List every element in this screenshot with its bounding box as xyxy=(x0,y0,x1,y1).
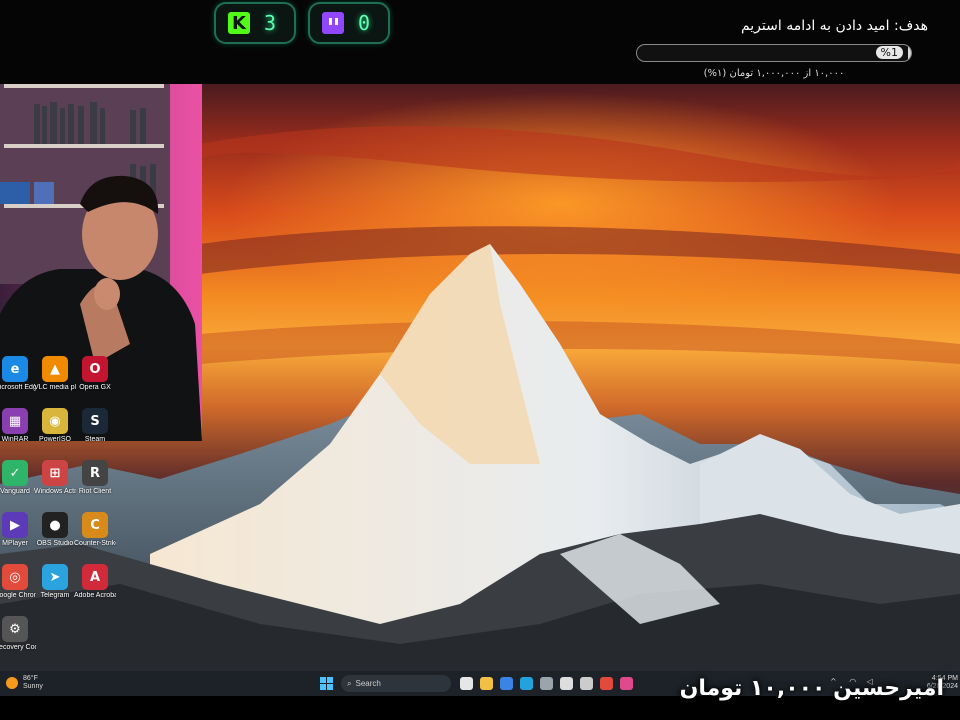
desktop-icon[interactable]: ▲ VLC media player xyxy=(34,356,76,392)
desktop-icon[interactable]: S Steam xyxy=(74,408,116,444)
desktop-wallpaper: e Microsoft Edge ▲ VLC media player O Opera G… xyxy=(0,84,960,671)
windows-logo-icon xyxy=(320,677,326,683)
taskbar-app-chrome[interactable] xyxy=(600,677,613,690)
desktop-icon-label: Riot Client xyxy=(78,488,112,495)
weather-description: Sunny xyxy=(23,683,43,690)
taskbar-app-edge[interactable] xyxy=(520,677,533,690)
weather-widget[interactable]: 86°F Sunny xyxy=(6,675,43,691)
app-icon: ◎ xyxy=(2,564,28,590)
taskbar-app-steam[interactable] xyxy=(580,677,593,690)
desktop-icon-label: Counter-Strike 2 xyxy=(74,540,116,547)
app-icon: ⚙ xyxy=(2,616,28,642)
app-icon: C xyxy=(82,512,108,538)
search-placeholder: Search xyxy=(355,679,381,688)
app-icon: ● xyxy=(42,512,68,538)
desktop-icon-label: Telegram xyxy=(40,592,70,599)
desktop-icon[interactable]: ⚙ Recovery Code xyxy=(0,616,36,652)
goal-progress-bar: %1 xyxy=(636,44,912,62)
desktop-icon[interactable]: ▦ WinRAR xyxy=(0,408,36,444)
taskbar-app-task-view[interactable] xyxy=(460,677,473,690)
desktop-icon-label: Recovery Code xyxy=(0,644,36,651)
desktop-icon[interactable]: A Adobe Acrobat xyxy=(74,564,116,600)
taskbar-app-file-explorer[interactable] xyxy=(480,677,493,690)
app-icon: ◉ xyxy=(42,408,68,434)
stream-top-bar: K 3 0 هدف: امید دادن به ادامه استریم %1 … xyxy=(0,0,960,84)
goal-summary: ۱۰,۰۰۰ از ۱,۰۰۰,۰۰۰ تومان (۱%) xyxy=(703,68,845,79)
taskbar-app-obs[interactable] xyxy=(560,677,573,690)
goal-title: هدف: امید دادن به ادامه استریم xyxy=(740,18,928,34)
desktop-icon[interactable]: ✓ Vanguard xyxy=(0,460,36,496)
desktop-icon[interactable]: ⊞ Windows Activator xyxy=(34,460,76,496)
desktop-icon[interactable]: ◉ PowerISO xyxy=(34,408,76,444)
desktop-icon[interactable]: ▶ MPlayer xyxy=(0,512,36,548)
goal-progress-fill xyxy=(908,45,911,61)
taskbar-app-settings[interactable] xyxy=(540,677,553,690)
desktop-icon-label: Opera GX xyxy=(79,384,111,391)
desktop-icon-label: VLC media player xyxy=(34,384,76,391)
app-icon: ➤ xyxy=(42,564,68,590)
app-icon: R xyxy=(82,460,108,486)
app-icon: A xyxy=(82,564,108,590)
desktop-icon-label: Vanguard xyxy=(0,488,30,495)
donation-alert: امیرحسین ۱۰,۰۰۰ تومان xyxy=(679,676,944,701)
desktop-icon[interactable]: e Microsoft Edge xyxy=(0,356,36,392)
desktop-icon[interactable]: O Opera GX xyxy=(74,356,116,392)
desktop-icon-label: Google Chrome xyxy=(0,592,36,599)
taskbar-app-app-pink[interactable] xyxy=(620,677,633,690)
app-icon: S xyxy=(82,408,108,434)
kick-icon: K xyxy=(228,12,250,34)
twitch-icon xyxy=(322,12,344,34)
desktop-icon-label: MPlayer xyxy=(2,540,28,547)
twitch-viewer-counter: 0 xyxy=(308,2,390,44)
desktop-icon[interactable]: R Riot Client xyxy=(74,460,116,496)
app-icon: ▦ xyxy=(2,408,28,434)
app-icon: e xyxy=(2,356,28,382)
desktop-icon[interactable]: ➤ Telegram xyxy=(34,564,76,600)
desktop-icon-label: Windows Activator xyxy=(34,488,76,495)
desktop-icon-label: Microsoft Edge xyxy=(0,384,36,391)
search-icon: ⌕ xyxy=(347,678,352,688)
app-icon: ⊞ xyxy=(42,460,68,486)
desktop-icon-label: PowerISO xyxy=(39,436,71,443)
app-icon: ▲ xyxy=(42,356,68,382)
app-icon: ▶ xyxy=(2,512,28,538)
kick-viewer-count: 3 xyxy=(263,11,276,35)
goal-percent-label: %1 xyxy=(875,46,903,59)
app-icon: ✓ xyxy=(2,460,28,486)
app-icon: O xyxy=(82,356,108,382)
desktop-icon-label: OBS Studio xyxy=(36,540,74,547)
start-button[interactable] xyxy=(320,677,333,690)
desktop-icon-label: Adobe Acrobat xyxy=(74,592,116,599)
sun-icon xyxy=(6,677,18,689)
desktop-icon[interactable]: ◎ Google Chrome xyxy=(0,564,36,600)
desktop-icon-label: Steam xyxy=(84,436,106,443)
twitch-viewer-count: 0 xyxy=(357,11,370,35)
desktop-icon-label: WinRAR xyxy=(1,436,29,443)
taskbar-search[interactable]: ⌕ Search xyxy=(341,675,451,692)
donation-goal: هدف: امید دادن به ادامه استریم %1 ۱۰,۰۰۰… xyxy=(636,18,928,79)
desktop-icon[interactable]: ● OBS Studio xyxy=(34,512,76,548)
weather-temperature: 86°F xyxy=(23,675,38,682)
kick-viewer-counter: K 3 xyxy=(214,2,296,44)
taskbar-app-store[interactable] xyxy=(500,677,513,690)
desktop-icon[interactable]: C Counter-Strike 2 xyxy=(74,512,116,548)
